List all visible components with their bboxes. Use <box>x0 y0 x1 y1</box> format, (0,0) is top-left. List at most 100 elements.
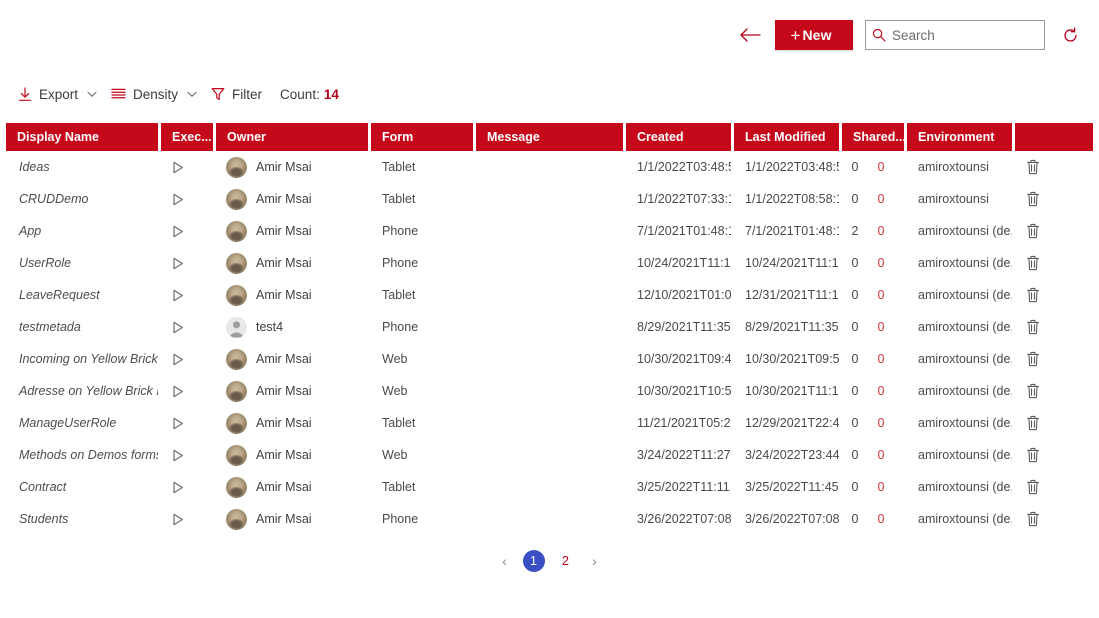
play-icon[interactable] <box>172 225 184 238</box>
pagination-prev-button[interactable]: ‹ <box>494 550 516 572</box>
play-icon[interactable] <box>172 481 184 494</box>
table-row[interactable]: Students Amir Msai Phone 3/26/2022T07:08...… <box>6 503 1093 535</box>
cell-execute[interactable] <box>161 439 213 471</box>
cell-message <box>476 311 623 343</box>
cell-execute[interactable] <box>161 471 213 503</box>
table-row[interactable]: Methods on Demos forms Amir Msai Web 3/24/2… <box>6 439 1093 471</box>
delete-icon[interactable] <box>1026 415 1040 431</box>
play-icon[interactable] <box>172 321 184 334</box>
column-header-display_name[interactable]: Display Name <box>6 123 158 151</box>
play-icon[interactable] <box>172 257 184 270</box>
cell-actions[interactable] <box>1015 311 1051 343</box>
delete-icon[interactable] <box>1026 319 1040 335</box>
owner-name: Amir Msai <box>256 352 312 366</box>
search-input[interactable] <box>892 21 1044 49</box>
table-row[interactable]: UserRole Amir Msai Phone 10/24/2021T11:1...… <box>6 247 1093 279</box>
owner-name: Amir Msai <box>256 384 312 398</box>
play-icon[interactable] <box>172 193 184 206</box>
delete-icon[interactable] <box>1026 479 1040 495</box>
cell-actions[interactable] <box>1015 247 1051 279</box>
search-box[interactable] <box>865 20 1045 50</box>
cell-shared-groups: 0 <box>877 416 885 430</box>
cell-actions[interactable] <box>1015 407 1051 439</box>
table-row[interactable]: App Amir Msai Phone 7/1/2021T01:48:16 7/1/20… <box>6 215 1093 247</box>
cell-owner: Amir Msai <box>216 151 368 183</box>
column-header-shared[interactable]: Shared... <box>842 123 904 151</box>
play-icon[interactable] <box>172 449 184 462</box>
column-header-actions[interactable] <box>1015 123 1093 151</box>
cell-actions[interactable] <box>1015 471 1051 503</box>
column-header-form[interactable]: Form <box>371 123 473 151</box>
density-button[interactable]: Density <box>107 79 207 109</box>
delete-icon[interactable] <box>1026 159 1040 175</box>
avatar <box>226 380 247 402</box>
delete-icon[interactable] <box>1026 255 1040 271</box>
delete-icon[interactable] <box>1026 383 1040 399</box>
cell-form: Tablet <box>382 288 416 302</box>
cell-execute[interactable] <box>161 279 213 311</box>
pagination-page-1[interactable]: 1 <box>522 550 545 572</box>
play-icon[interactable] <box>172 289 184 302</box>
cell-actions[interactable] <box>1015 439 1051 471</box>
table-row[interactable]: ManageUserRole Amir Msai Tablet 11/21/2021T… <box>6 407 1093 439</box>
cell-actions[interactable] <box>1015 503 1051 535</box>
table-row[interactable]: Contract Amir Msai Tablet 3/25/2022T11:11..… <box>6 471 1093 503</box>
column-header-environment[interactable]: Environment <box>907 123 1012 151</box>
cell-execute[interactable] <box>161 375 213 407</box>
cell-execute[interactable] <box>161 407 213 439</box>
cell-execute[interactable] <box>161 183 213 215</box>
table-row[interactable]: CRUDDemo Amir Msai Tablet 1/1/2022T07:33:19… <box>6 183 1093 215</box>
column-header-owner[interactable]: Owner <box>216 123 368 151</box>
cell-actions[interactable] <box>1015 375 1051 407</box>
cell-execute[interactable] <box>161 247 213 279</box>
export-button[interactable]: Export <box>14 79 107 109</box>
owner-name: Amir Msai <box>256 288 312 302</box>
play-icon[interactable] <box>172 353 184 366</box>
filter-button[interactable]: Filter <box>207 79 272 109</box>
table-row[interactable]: Adresse on Yellow Brick Ro... Amir Msai We… <box>6 375 1093 407</box>
cell-shared-users: 0 <box>851 320 859 334</box>
cell-environment: amiroxtounsi (de... <box>918 512 1012 526</box>
column-header-exec[interactable]: Exec... <box>161 123 213 151</box>
refresh-icon[interactable] <box>1057 22 1083 48</box>
column-header-message[interactable]: Message <box>476 123 623 151</box>
cell-actions[interactable] <box>1015 183 1051 215</box>
column-header-label: Message <box>487 130 540 144</box>
toolbar-actions: + New <box>737 20 1083 50</box>
delete-icon[interactable] <box>1026 447 1040 463</box>
cell-execute[interactable] <box>161 215 213 247</box>
play-icon[interactable] <box>172 417 184 430</box>
cell-actions[interactable] <box>1015 343 1051 375</box>
cell-actions[interactable] <box>1015 151 1051 183</box>
cell-execute[interactable] <box>161 311 213 343</box>
table-row[interactable]: LeaveRequest Amir Msai Tablet 12/10/2021T01… <box>6 279 1093 311</box>
cell-actions[interactable] <box>1015 279 1051 311</box>
table-row[interactable]: Ideas Amir Msai Tablet 1/1/2022T03:48:56 1/1… <box>6 151 1093 183</box>
table-row[interactable]: Incoming on Yellow Brick R... Amir Msai We… <box>6 343 1093 375</box>
cell-execute[interactable] <box>161 503 213 535</box>
cell-actions[interactable] <box>1015 215 1051 247</box>
delete-icon[interactable] <box>1026 511 1040 527</box>
cell-shared-groups: 0 <box>877 512 885 526</box>
delete-icon[interactable] <box>1026 191 1040 207</box>
back-arrow-icon[interactable] <box>737 22 763 48</box>
cell-message <box>476 215 623 247</box>
cell-last-modified: 1/1/2022T08:58:16 <box>745 192 839 206</box>
cell-execute[interactable] <box>161 343 213 375</box>
delete-icon[interactable] <box>1026 351 1040 367</box>
filter-label: Filter <box>232 86 263 102</box>
play-icon[interactable] <box>172 385 184 398</box>
new-button[interactable]: + New <box>775 20 853 50</box>
delete-icon[interactable] <box>1026 287 1040 303</box>
play-icon[interactable] <box>172 513 184 526</box>
pagination-next-button[interactable]: › <box>584 550 606 572</box>
cell-execute[interactable] <box>161 151 213 183</box>
column-header-created[interactable]: Created <box>626 123 731 151</box>
table-row[interactable]: testmetada test4 Phone 8/29/2021T11:35... 8/… <box>6 311 1093 343</box>
cell-owner: Amir Msai <box>216 215 368 247</box>
delete-icon[interactable] <box>1026 223 1040 239</box>
owner-name: Amir Msai <box>256 192 312 206</box>
column-header-last_modified[interactable]: Last Modified <box>734 123 839 151</box>
play-icon[interactable] <box>172 161 184 174</box>
pagination-page-2[interactable]: 2 <box>555 550 577 572</box>
